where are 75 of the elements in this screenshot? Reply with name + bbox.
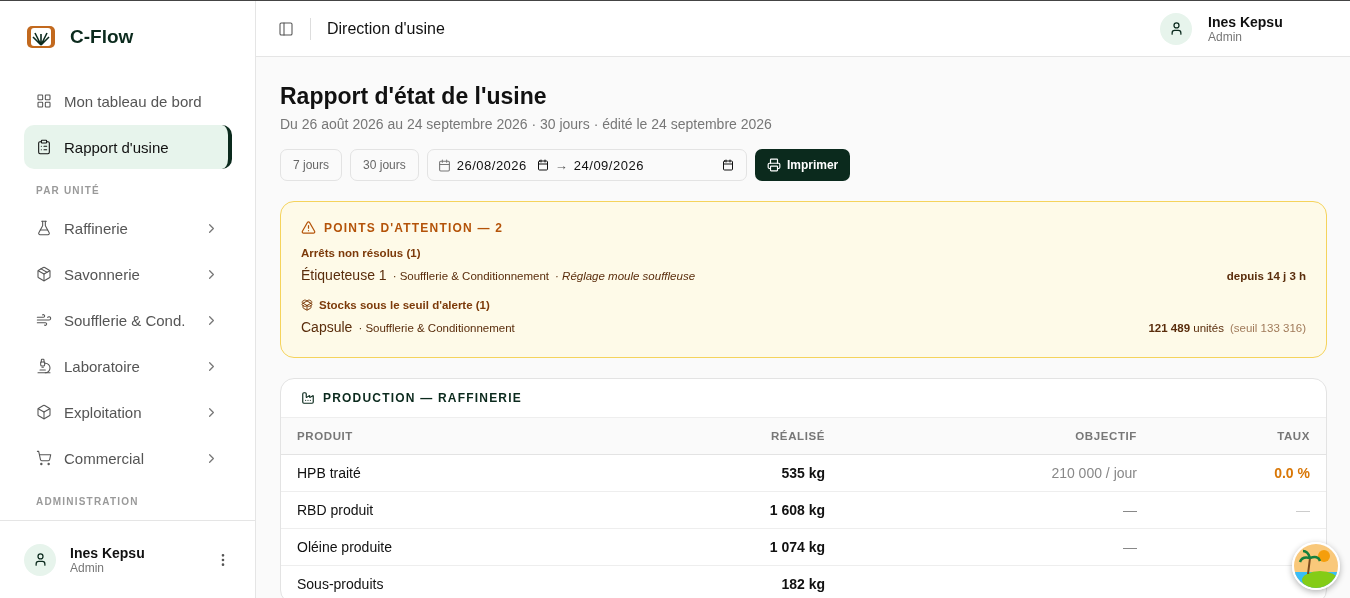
card-title: PRODUCTION — RAFFINERIE [323,391,522,405]
table-cell: 1 608 kg [581,491,841,529]
preset-button[interactable]: 7 jours [280,149,343,181]
table-cell: 1 074 kg [581,528,841,566]
end-date-input[interactable]: 24/09/2026 [573,157,734,173]
beach-icon [1294,544,1338,588]
sidebar-item[interactable]: Savonnerie [24,252,231,296]
table-cell: Oléine produite [281,528,581,566]
column-header: TAUX [1153,417,1326,455]
table-cell: HPB traité [281,454,581,492]
table-cell: 0.0 % [1153,454,1326,492]
table-cell: 210 000 / jour [841,454,1153,492]
group-title: Arrêts non résolus (1) [301,247,421,259]
brand-name: C-Flow [70,26,134,48]
item-name: Étiqueteuse 1 [301,267,387,283]
sidebar-item[interactable]: Rapport d'usine [24,125,232,169]
print-button[interactable]: Imprimer [754,149,851,181]
column-header: OBJECTIF [841,417,1153,455]
sidebar-item[interactable]: Mon tableau de bord [24,79,231,123]
warning-icon [301,220,316,235]
sidebar-item[interactable]: Exploitation [24,390,231,434]
user-avatar [24,543,56,576]
duration-text: depuis 14 j 3 h [1226,270,1306,282]
flask-icon [36,220,52,236]
factory-icon [301,391,315,405]
calendar-icon [536,159,549,171]
arrow-text: → [554,157,568,173]
wind-icon [36,312,52,328]
table-cell: — [841,491,1153,529]
column-header: RÉALISÉ [581,417,841,455]
sidebar-item[interactable]: Raffinerie [24,206,231,250]
table-cell: — [1153,491,1326,529]
sidebar-item[interactable]: Laboratoire [24,344,231,388]
item-unit: · Soufflerie & Conditionnement [392,270,550,282]
table-cell: 182 kg [581,565,841,598]
section-title: ADMINISTRATION [36,496,140,507]
column-header: PRODUIT [281,417,581,455]
sidebar-item[interactable]: Commercial [24,436,231,480]
item-note: · Réglage moule souffleuse [555,270,697,282]
table-cell: — [841,528,1153,566]
grid-icon [36,93,52,109]
calendar-icon [437,158,451,172]
section-title: PAR UNITÉ [36,185,101,196]
package-icon [301,299,313,311]
report-title: Rapport d'état de l'usine [280,83,548,110]
date-range-field[interactable]: 26/08/2026 → 24/09/2026 [426,149,747,181]
table-cell: Sous-produits [281,565,581,598]
printer-icon [766,158,781,172]
start-date-input[interactable]: 26/08/2026 [456,157,549,173]
item-unit: · Soufflerie & Conditionnement [358,322,515,334]
user-name: Ines Kepsu [70,544,146,561]
user-name: Ines Kepsu [1208,13,1284,30]
preset-button[interactable]: 30 jours [350,149,419,181]
package-icon [36,266,52,282]
clipboard-icon [36,139,52,155]
user-avatar [1160,12,1192,45]
threshold-text: (seuil 133 316) [1229,322,1306,334]
box-icon [36,404,52,420]
user-role: Admin [70,560,104,575]
user-role: Admin [1208,29,1242,44]
sidebar-toggle-icon[interactable] [278,20,294,37]
table-cell: RBD produit [281,491,581,529]
sidebar-item[interactable]: Soufflerie & Cond. [24,298,231,342]
assistant-button[interactable] [1292,542,1340,590]
page-header-title: Direction d'usine [327,19,446,38]
microscope-icon [36,358,52,374]
item-name: Capsule [301,319,353,335]
table-cell: 535 kg [581,454,841,492]
group-title: Stocks sous le seuil d'alerte (1) [319,299,490,311]
stock-value: 121 489 unités [1148,322,1224,334]
attention-title: POINTS D'ATTENTION — 2 [324,220,504,235]
leaf-logo-icon [26,25,56,49]
cart-icon [36,450,52,466]
calendar-icon [721,159,734,171]
report-subtitle: Du 26 août 2026 au 24 septembre 2026 · 30 jours · édité le 24 septembre 2026 [280,116,773,132]
